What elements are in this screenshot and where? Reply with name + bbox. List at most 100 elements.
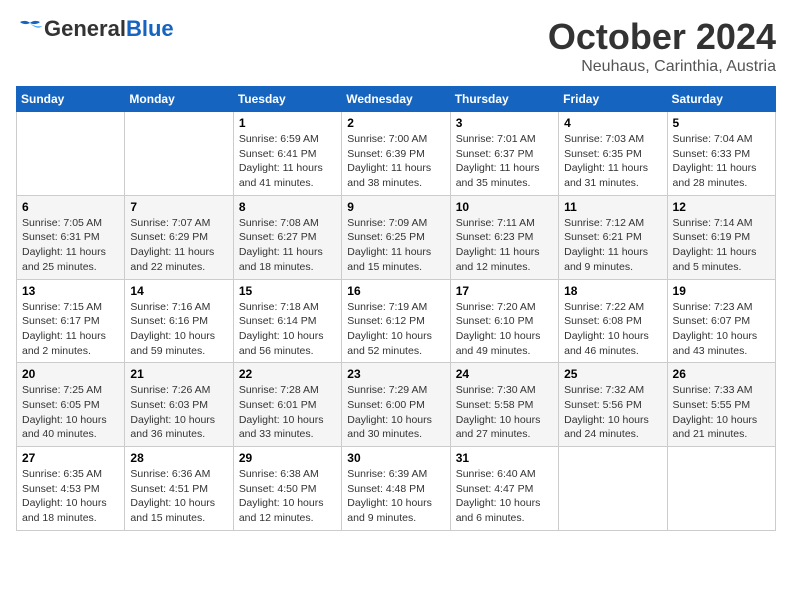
calendar-cell: 31 Sunrise: 6:40 AMSunset: 4:47 PMDayligh… (450, 447, 558, 531)
title-area: October 2024 Neuhaus, Carinthia, Austria (548, 16, 776, 76)
calendar-cell: 24 Sunrise: 7:30 AMSunset: 5:58 PMDayligh… (450, 363, 558, 447)
day-number: 30 (347, 451, 444, 465)
day-number: 7 (130, 200, 227, 214)
calendar-cell: 17Sunrise: 7:20 AMSunset: 6:10 PMDayligh… (450, 279, 558, 363)
day-number: 24 (456, 367, 553, 381)
day-number: 8 (239, 200, 336, 214)
calendar-cell: 23Sunrise: 7:29 AMSunset: 6:00 PMDayligh… (342, 363, 450, 447)
logo-blue: Blue (126, 16, 174, 41)
weekday-header-friday: Friday (559, 87, 667, 112)
calendar-cell (125, 112, 233, 196)
day-number: 28 (130, 451, 227, 465)
weekday-header-tuesday: Tuesday (233, 87, 341, 112)
calendar-cell: 14Sunrise: 7:16 AMSunset: 6:16 PMDayligh… (125, 279, 233, 363)
calendar-cell: 15Sunrise: 7:18 AMSunset: 6:14 PMDayligh… (233, 279, 341, 363)
weekday-header-thursday: Thursday (450, 87, 558, 112)
day-number: 29 (239, 451, 336, 465)
day-info: Sunrise: 7:08 AMSunset: 6:27 PMDaylight:… (239, 216, 336, 275)
calendar-cell: 9 Sunrise: 7:09 AMSunset: 6:25 PMDaylight… (342, 195, 450, 279)
calendar-cell: 21 Sunrise: 7:26 AMSunset: 6:03 PMDayligh… (125, 363, 233, 447)
day-info: Sunrise: 7:28 AMSunset: 6:01 PMDaylight:… (239, 383, 336, 442)
calendar-week-row: 6 Sunrise: 7:05 AMSunset: 6:31 PMDaylight… (17, 195, 776, 279)
calendar-cell: 20 Sunrise: 7:25 AMSunset: 6:05 PMDayligh… (17, 363, 125, 447)
calendar-cell: 29 Sunrise: 6:38 AMSunset: 4:50 PMDayligh… (233, 447, 341, 531)
day-info: Sunrise: 7:19 AMSunset: 6:12 PMDaylight:… (347, 300, 444, 359)
day-info: Sunrise: 7:01 AMSunset: 6:37 PMDaylight:… (456, 132, 553, 191)
day-number: 6 (22, 200, 119, 214)
calendar-body: 1 Sunrise: 6:59 AMSunset: 6:41 PMDaylight… (17, 112, 776, 531)
day-number: 17 (456, 284, 553, 298)
day-info: Sunrise: 7:00 AMSunset: 6:39 PMDaylight:… (347, 132, 444, 191)
day-info: Sunrise: 7:23 AMSunset: 6:07 PMDaylight:… (673, 300, 770, 359)
day-info: Sunrise: 6:59 AMSunset: 6:41 PMDaylight:… (239, 132, 336, 191)
month-title: October 2024 (548, 16, 776, 58)
day-info: Sunrise: 7:33 AMSunset: 5:55 PMDaylight:… (673, 383, 770, 442)
calendar-cell: 12 Sunrise: 7:14 AMSunset: 6:19 PMDayligh… (667, 195, 775, 279)
calendar-cell: 30 Sunrise: 6:39 AMSunset: 4:48 PMDayligh… (342, 447, 450, 531)
day-number: 16 (347, 284, 444, 298)
calendar-week-row: 27Sunrise: 6:35 AMSunset: 4:53 PMDayligh… (17, 447, 776, 531)
day-info: Sunrise: 7:15 AMSunset: 6:17 PMDaylight:… (22, 300, 119, 359)
day-info: Sunrise: 7:29 AMSunset: 6:00 PMDaylight:… (347, 383, 444, 442)
calendar-cell: 11 Sunrise: 7:12 AMSunset: 6:21 PMDayligh… (559, 195, 667, 279)
day-number: 13 (22, 284, 119, 298)
calendar-cell: 1 Sunrise: 6:59 AMSunset: 6:41 PMDaylight… (233, 112, 341, 196)
calendar-cell: 28 Sunrise: 6:36 AMSunset: 4:51 PMDayligh… (125, 447, 233, 531)
day-info: Sunrise: 7:18 AMSunset: 6:14 PMDaylight:… (239, 300, 336, 359)
day-number: 31 (456, 451, 553, 465)
day-number: 12 (673, 200, 770, 214)
day-number: 25 (564, 367, 661, 381)
calendar-cell: 6 Sunrise: 7:05 AMSunset: 6:31 PMDaylight… (17, 195, 125, 279)
day-info: Sunrise: 6:38 AMSunset: 4:50 PMDaylight:… (239, 467, 336, 526)
day-info: Sunrise: 7:25 AMSunset: 6:05 PMDaylight:… (22, 383, 119, 442)
day-number: 3 (456, 116, 553, 130)
day-number: 14 (130, 284, 227, 298)
day-number: 1 (239, 116, 336, 130)
page-header: GeneralBlue October 2024 Neuhaus, Carint… (16, 16, 776, 76)
day-number: 19 (673, 284, 770, 298)
weekday-header-saturday: Saturday (667, 87, 775, 112)
calendar-cell: 22Sunrise: 7:28 AMSunset: 6:01 PMDayligh… (233, 363, 341, 447)
day-info: Sunrise: 7:07 AMSunset: 6:29 PMDaylight:… (130, 216, 227, 275)
day-number: 5 (673, 116, 770, 130)
day-info: Sunrise: 6:40 AMSunset: 4:47 PMDaylight:… (456, 467, 553, 526)
calendar-cell: 18Sunrise: 7:22 AMSunset: 6:08 PMDayligh… (559, 279, 667, 363)
day-info: Sunrise: 7:32 AMSunset: 5:56 PMDaylight:… (564, 383, 661, 442)
day-number: 2 (347, 116, 444, 130)
day-info: Sunrise: 7:05 AMSunset: 6:31 PMDaylight:… (22, 216, 119, 275)
calendar-week-row: 20 Sunrise: 7:25 AMSunset: 6:05 PMDayligh… (17, 363, 776, 447)
day-number: 21 (130, 367, 227, 381)
calendar-cell (17, 112, 125, 196)
calendar-cell: 26 Sunrise: 7:33 AMSunset: 5:55 PMDayligh… (667, 363, 775, 447)
weekday-header-sunday: Sunday (17, 87, 125, 112)
day-number: 26 (673, 367, 770, 381)
calendar-cell (667, 447, 775, 531)
calendar-cell (559, 447, 667, 531)
day-info: Sunrise: 6:35 AMSunset: 4:53 PMDaylight:… (22, 467, 119, 526)
day-info: Sunrise: 7:09 AMSunset: 6:25 PMDaylight:… (347, 216, 444, 275)
day-info: Sunrise: 7:26 AMSunset: 6:03 PMDaylight:… (130, 383, 227, 442)
day-number: 9 (347, 200, 444, 214)
weekday-header-monday: Monday (125, 87, 233, 112)
calendar-cell: 25 Sunrise: 7:32 AMSunset: 5:56 PMDayligh… (559, 363, 667, 447)
day-number: 11 (564, 200, 661, 214)
calendar-cell: 4 Sunrise: 7:03 AMSunset: 6:35 PMDaylight… (559, 112, 667, 196)
day-info: Sunrise: 7:30 AMSunset: 5:58 PMDaylight:… (456, 383, 553, 442)
calendar-cell: 16 Sunrise: 7:19 AMSunset: 6:12 PMDayligh… (342, 279, 450, 363)
day-info: Sunrise: 6:36 AMSunset: 4:51 PMDaylight:… (130, 467, 227, 526)
day-number: 4 (564, 116, 661, 130)
day-info: Sunrise: 7:12 AMSunset: 6:21 PMDaylight:… (564, 216, 661, 275)
day-number: 20 (22, 367, 119, 381)
day-info: Sunrise: 7:11 AMSunset: 6:23 PMDaylight:… (456, 216, 553, 275)
weekday-header-wednesday: Wednesday (342, 87, 450, 112)
day-info: Sunrise: 7:03 AMSunset: 6:35 PMDaylight:… (564, 132, 661, 191)
day-info: Sunrise: 7:14 AMSunset: 6:19 PMDaylight:… (673, 216, 770, 275)
calendar-cell: 27Sunrise: 6:35 AMSunset: 4:53 PMDayligh… (17, 447, 125, 531)
day-info: Sunrise: 6:39 AMSunset: 4:48 PMDaylight:… (347, 467, 444, 526)
logo: GeneralBlue (16, 16, 174, 42)
calendar-cell: 5Sunrise: 7:04 AMSunset: 6:33 PMDaylight… (667, 112, 775, 196)
location-title: Neuhaus, Carinthia, Austria (548, 58, 776, 76)
calendar-cell: 13 Sunrise: 7:15 AMSunset: 6:17 PMDayligh… (17, 279, 125, 363)
calendar-header-row: SundayMondayTuesdayWednesdayThursdayFrid… (17, 87, 776, 112)
calendar-cell: 2 Sunrise: 7:00 AMSunset: 6:39 PMDaylight… (342, 112, 450, 196)
